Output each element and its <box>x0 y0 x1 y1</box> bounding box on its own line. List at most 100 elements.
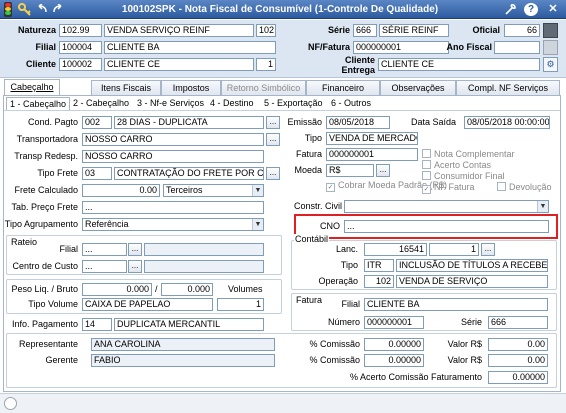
volumes-field[interactable]: 1 <box>217 298 264 311</box>
subtab-5-exportacao[interactable]: 5 - Exportação <box>261 97 326 110</box>
frete-calculado-field[interactable]: 0.00 <box>82 184 160 197</box>
serie-desc-field[interactable]: SÉRIE REINF <box>379 24 449 37</box>
subtab-4-destino[interactable]: 4 - Destino <box>207 97 257 110</box>
tab-impostos[interactable]: Impostos <box>161 80 221 95</box>
rateio-filial-field[interactable]: ... <box>82 243 127 256</box>
fatura-field[interactable]: 000000001 <box>326 148 418 161</box>
cond-pagto-lookup-button[interactable]: ... <box>266 116 280 129</box>
tipo-agrupamento-select[interactable]: Referência ▼ <box>82 218 264 231</box>
back-arrow-icon[interactable] <box>36 3 48 15</box>
transp-redesp-field[interactable]: NOSSO CARRO <box>82 150 264 163</box>
transportadora-field[interactable]: NOSSO CARRO <box>82 133 264 146</box>
lanc-seq-field[interactable]: 1 <box>429 243 479 256</box>
subtab-divider <box>4 110 560 111</box>
gerente-field[interactable]: FABIO <box>91 354 275 367</box>
devolucao-checkbox[interactable]: Devolução <box>497 182 552 193</box>
cliente-entrega-label-2: Entrega <box>341 65 375 75</box>
tab-financeiro[interactable]: Financeiro <box>306 80 380 95</box>
cond-pagto-code-field[interactable]: 002 <box>82 116 112 129</box>
gerente-label: Gerente <box>45 355 78 365</box>
subtab-3-nfe-servicos[interactable]: 3 - Nf-e Serviços <box>134 97 207 110</box>
cliente-desc-field[interactable]: CLIENTE CE <box>104 58 254 71</box>
tipo-frete-code-field[interactable]: 03 <box>82 167 112 180</box>
tipo-frete-label: Tipo Frete <box>37 168 78 178</box>
emissao-field[interactable]: 08/05/2018 <box>326 116 390 129</box>
tab-cabecalho[interactable]: Cabeçalho <box>4 79 60 95</box>
tools-icon[interactable] <box>504 3 518 16</box>
numero-field[interactable]: 000000001 <box>364 316 424 329</box>
frete-responsavel-select[interactable]: Terceiros ▼ <box>163 184 264 197</box>
tab-preco-frete-field[interactable]: ... <box>82 201 264 214</box>
pct-comissao-label-2: % Comissão <box>309 355 360 365</box>
peso-liquido-field[interactable]: 0.000 <box>82 283 152 296</box>
tipo-contabil-code-field[interactable]: ITR <box>364 259 394 272</box>
cno-field[interactable]: ... <box>344 220 549 233</box>
forward-arrow-icon[interactable] <box>52 3 64 15</box>
fatura-filial-field[interactable]: CLIENTE BA <box>364 298 548 311</box>
valor-field-1[interactable]: 0.00 <box>488 338 548 351</box>
key-icon[interactable] <box>18 3 32 16</box>
nf-fatura-field[interactable]: 000000001 <box>353 41 449 54</box>
natureza-num-field[interactable]: 102 <box>256 24 276 37</box>
status-square-icon <box>543 23 558 38</box>
nf-fatura-checkbox[interactable]: ✓ NF Fatura <box>422 182 475 194</box>
help-icon[interactable]: ? <box>524 3 538 16</box>
tipo-volume-field[interactable]: CAIXA DE PAPELAO <box>82 298 213 311</box>
info-pagamento-code-field[interactable]: 14 <box>82 318 112 331</box>
filial-code-field[interactable]: 100004 <box>59 41 102 54</box>
tab-observacoes[interactable]: Observações <box>380 80 456 95</box>
oficial-field[interactable]: 66 <box>504 24 540 37</box>
tipo-frete-lookup-button[interactable]: ... <box>266 167 280 180</box>
frete-responsavel-value: Terceiros <box>166 185 203 195</box>
pct-comissao-field-2[interactable]: 0.00000 <box>364 354 424 367</box>
representante-field[interactable]: ANA CAROLINA <box>91 338 275 351</box>
close-icon[interactable]: ✕ <box>545 3 561 16</box>
natureza-code-field[interactable]: 102.99 <box>59 24 102 37</box>
tab-compl-nf-servicos[interactable]: Compl. NF Serviços <box>456 80 560 95</box>
tipo-frete-desc-field[interactable]: CONTRATAÇÃO DO FRETE POR CONTA <box>114 167 264 180</box>
cond-pagto-label: Cond. Pagto <box>27 117 78 127</box>
moeda-field[interactable]: R$ <box>326 164 374 177</box>
nota-complementar-checkbox[interactable]: Nota Complementar <box>422 149 515 160</box>
lanc-field[interactable]: 16541 <box>364 243 427 256</box>
cliente-entrega-field[interactable]: CLIENTE CE <box>378 58 540 71</box>
cliente-num-field[interactable]: 1 <box>256 58 276 71</box>
tab-retorno-simbolico[interactable]: Retorno Simbólico <box>221 80 306 95</box>
link-icon[interactable]: ⚙ <box>543 57 558 72</box>
tab-impostos-label: Impostos <box>172 83 210 93</box>
traffic-light-icon[interactable] <box>4 2 12 17</box>
serie-code-field[interactable]: 666 <box>353 24 377 37</box>
rateio-filial-lookup-button[interactable]: ... <box>128 243 142 256</box>
cond-pagto-desc-field[interactable]: 28 DIAS - DUPLICATA <box>114 116 264 129</box>
tipo-field[interactable]: VENDA DE MERCADORI <box>326 132 418 145</box>
subtab-2-cabecalho[interactable]: 2 - Cabeçalho <box>70 97 132 110</box>
acerto-comissao-field[interactable]: 0.00000 <box>488 371 548 384</box>
centro-custo-field[interactable]: ... <box>82 260 127 273</box>
info-pagamento-label: Info. Pagamento <box>11 319 78 329</box>
centro-custo-lookup-button[interactable]: ... <box>128 260 142 273</box>
constr-civil-select[interactable]: ▼ <box>344 200 549 213</box>
operacao-desc-field[interactable]: VENDA DE SERVIÇO <box>396 275 548 288</box>
transportadora-lookup-button[interactable]: ... <box>266 133 280 146</box>
filial-desc-field[interactable]: CLIENTE BA <box>104 41 276 54</box>
lanc-lookup-button[interactable]: ... <box>481 243 495 256</box>
pct-comissao-field-1[interactable]: 0.00000 <box>364 338 424 351</box>
info-pagamento-desc-field[interactable]: DUPLICATA MERCANTIL <box>114 318 264 331</box>
checkmark-icon: ✓ <box>326 183 335 192</box>
ano-fiscal-field[interactable] <box>494 41 540 54</box>
tab-itens-fiscais[interactable]: Itens Fiscais <box>91 80 161 95</box>
subtab-6-outros[interactable]: 6 - Outros <box>328 97 374 110</box>
tipo-contabil-desc-field[interactable]: INCLUSÃO DE TÍTULOS A RECEBER <box>396 259 548 272</box>
consumidor-final-checkbox[interactable]: Consumidor Final <box>422 171 505 182</box>
natureza-desc-field[interactable]: VENDA SERVIÇO REINF <box>104 24 254 37</box>
fatura-serie-field[interactable]: 666 <box>488 316 548 329</box>
cliente-code-field[interactable]: 100002 <box>59 58 102 71</box>
data-saida-field[interactable]: 08/05/2018 00:00:00 <box>464 116 550 129</box>
peso-bruto-field[interactable]: 0.000 <box>161 283 213 296</box>
operacao-code-field[interactable]: 102 <box>364 275 394 288</box>
checkbox-box <box>422 171 431 180</box>
moeda-lookup-button[interactable]: ... <box>376 164 390 177</box>
acerto-contas-checkbox[interactable]: Acerto Contas <box>422 160 491 171</box>
subtab-1-cabecalho[interactable]: 1 - Cabeçalho <box>6 97 71 110</box>
valor-field-2[interactable]: 0.00 <box>488 354 548 367</box>
